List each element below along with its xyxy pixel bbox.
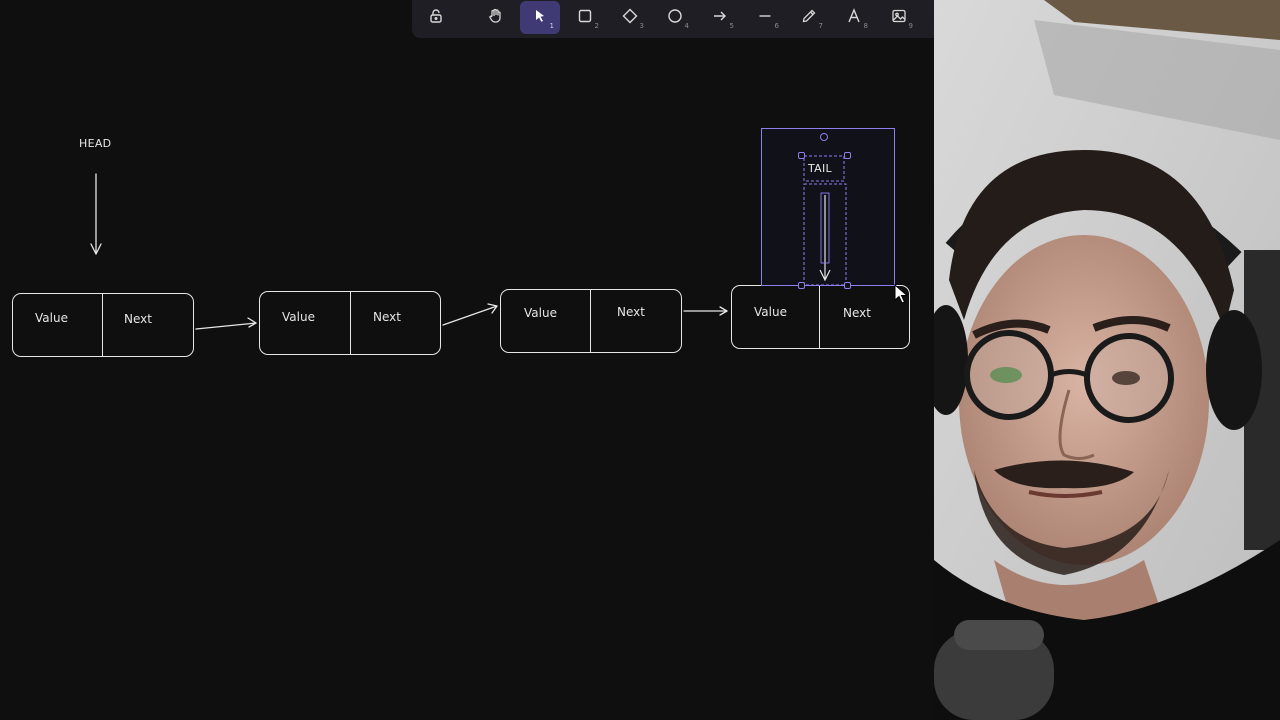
list-node[interactable]: Value Next	[500, 289, 682, 353]
resize-handle[interactable]	[798, 152, 805, 159]
node-link-arrow[interactable]	[442, 303, 498, 326]
node-divider	[819, 286, 820, 348]
resize-handle[interactable]	[844, 282, 851, 289]
selection-box[interactable]	[761, 128, 895, 286]
node-value-label: Value	[754, 305, 787, 319]
resize-handle[interactable]	[798, 282, 805, 289]
resize-handle[interactable]	[844, 152, 851, 159]
head-arrow[interactable]	[90, 173, 102, 255]
node-divider	[590, 290, 591, 352]
list-node[interactable]: Value Next	[259, 291, 441, 355]
tail-label[interactable]: TAIL	[808, 162, 832, 175]
node-link-arrow[interactable]	[195, 317, 257, 330]
connector-layer	[90, 173, 728, 330]
node-link-arrow[interactable]	[683, 306, 728, 316]
drawing-canvas[interactable]: 1 2 3 4 5 6 7 8 9 HEAD Value Next Value …	[0, 0, 934, 720]
node-value-label: Value	[282, 310, 315, 324]
node-value-label: Value	[524, 306, 557, 320]
list-node[interactable]: Value Next	[731, 285, 910, 349]
head-label[interactable]: HEAD	[79, 137, 111, 150]
node-next-label: Next	[124, 312, 152, 326]
node-next-label: Next	[843, 306, 871, 320]
list-node[interactable]: Value Next	[12, 293, 194, 357]
node-value-label: Value	[35, 311, 68, 325]
webcam-feed	[934, 0, 1280, 720]
node-next-label: Next	[373, 310, 401, 324]
mouse-cursor-icon	[894, 284, 908, 304]
node-divider	[350, 292, 351, 354]
node-next-label: Next	[617, 305, 645, 319]
node-divider	[102, 294, 103, 356]
